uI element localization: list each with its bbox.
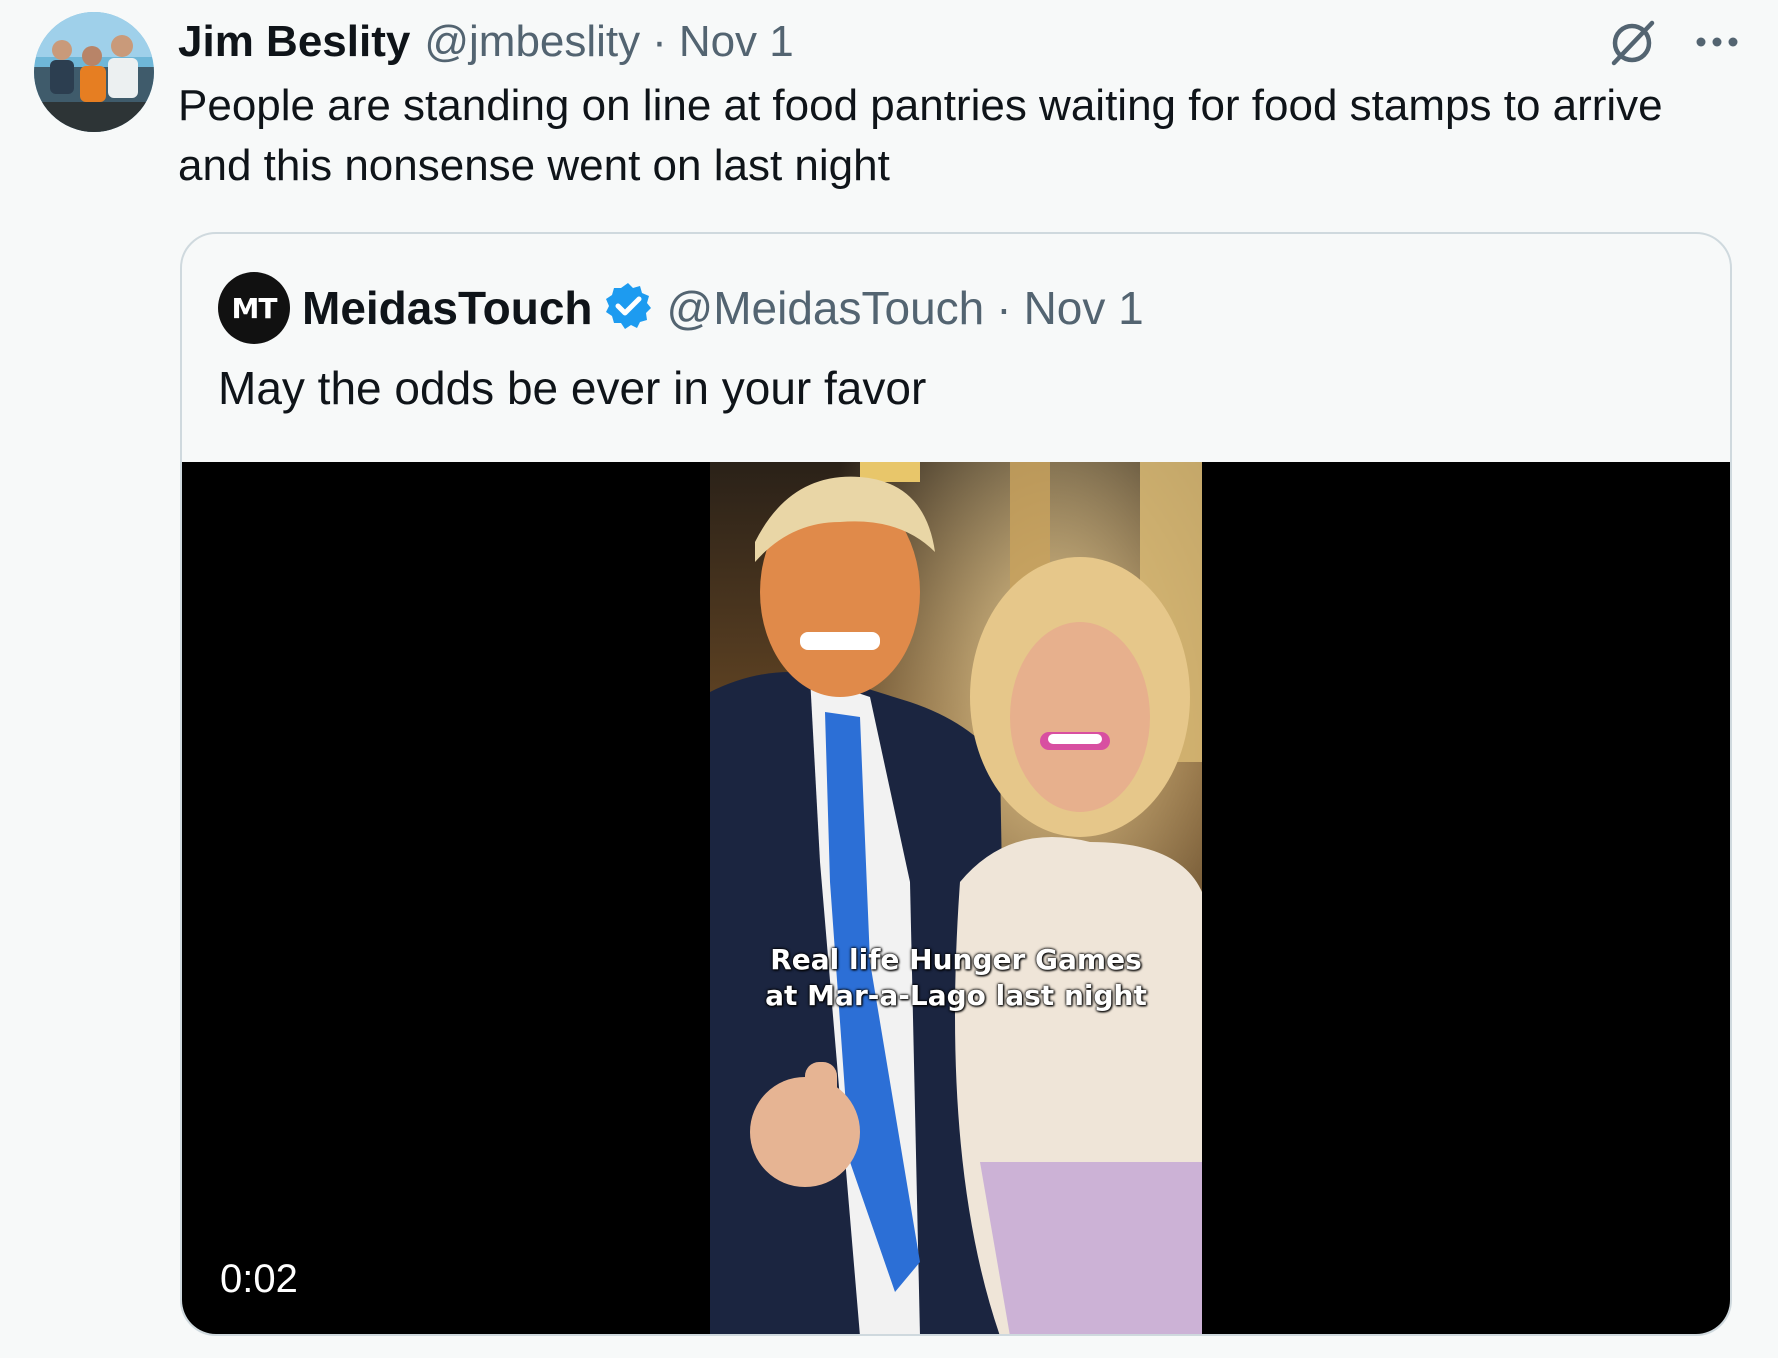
quoted-date[interactable]: Nov 1 bbox=[1024, 281, 1144, 335]
video-caption-line-1: Real life Hunger Games bbox=[770, 943, 1142, 976]
quoted-avatar[interactable]: MT bbox=[218, 272, 290, 344]
author-avatar[interactable] bbox=[34, 12, 154, 132]
more-icon[interactable] bbox=[1690, 15, 1744, 69]
post-date[interactable]: Nov 1 bbox=[679, 17, 794, 67]
video-frame: Real life Hunger Games at Mar-a-Lago las… bbox=[710, 462, 1202, 1334]
quoted-author-handle[interactable]: @MeidasTouch bbox=[667, 281, 985, 335]
grok-icon[interactable] bbox=[1606, 15, 1660, 69]
quoted-header: MT MeidasTouch @MeidasTouch · Nov 1 bbox=[218, 272, 1144, 344]
author-handle[interactable]: @jmbeslity bbox=[424, 17, 640, 67]
video-caption: Real life Hunger Games at Mar-a-Lago las… bbox=[710, 942, 1202, 1014]
header-separator: · bbox=[652, 17, 667, 66]
post-text: People are standing on line at food pant… bbox=[178, 81, 1663, 190]
quoted-author-name[interactable]: MeidasTouch bbox=[302, 281, 593, 335]
post-header: Jim Beslity @jmbeslity · Nov 1 bbox=[178, 12, 794, 72]
quoted-separator: · bbox=[996, 282, 1012, 334]
video-duration: 0:02 bbox=[220, 1257, 298, 1301]
quoted-text: May the odds be ever in your favor bbox=[218, 362, 927, 414]
video-caption-line-2: at Mar-a-Lago last night bbox=[765, 979, 1147, 1012]
post-actions-top bbox=[1606, 12, 1744, 72]
video-thumbnail bbox=[710, 462, 1202, 1334]
author-name[interactable]: Jim Beslity bbox=[178, 17, 410, 67]
quoted-post[interactable]: MT MeidasTouch @MeidasTouch · Nov 1 May … bbox=[180, 232, 1732, 1336]
verified-badge-icon bbox=[593, 281, 667, 336]
video-player[interactable]: Real life Hunger Games at Mar-a-Lago las… bbox=[182, 462, 1730, 1334]
quoted-logo-text: MT bbox=[231, 291, 278, 325]
